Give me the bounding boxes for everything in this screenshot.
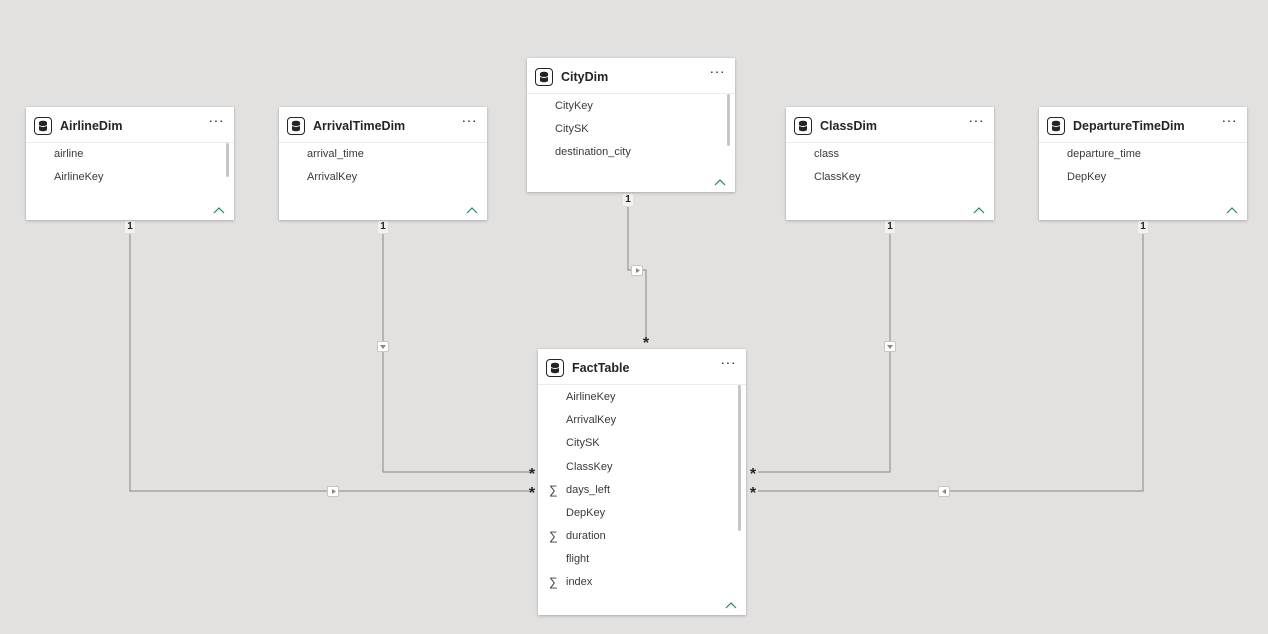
sigma-icon: ∑ — [549, 529, 558, 543]
more-options-icon[interactable]: ··· — [710, 63, 726, 79]
table-title: DepartureTimeDim — [1073, 119, 1185, 133]
table-card-classdim[interactable]: ClassDim ··· class ClassKey — [786, 107, 994, 220]
table-header[interactable]: DepartureTimeDim ··· — [1039, 107, 1247, 143]
table-icon — [287, 117, 305, 135]
field-citysk[interactable]: CitySK — [555, 123, 589, 135]
field-index[interactable]: index — [566, 576, 592, 588]
table-card-facttable[interactable]: FactTable ··· AirlineKey ArrivalKey City… — [538, 349, 746, 615]
cardinality-one-city: 1 — [622, 193, 634, 207]
table-title: ClassDim — [820, 119, 877, 133]
collapse-chevron-up-icon[interactable] — [724, 598, 738, 610]
scrollbar[interactable] — [738, 385, 741, 531]
table-card-arrivaltimedim[interactable]: ArrivalTimeDim ··· arrival_time ArrivalK… — [279, 107, 487, 220]
more-options-icon[interactable]: ··· — [1222, 112, 1238, 128]
cardinality-one-arrival: 1 — [377, 220, 389, 234]
field-arrival-time[interactable]: arrival_time — [307, 148, 364, 160]
cardinality-many-class: * — [749, 466, 757, 483]
relationship-departure-fact — [758, 232, 1144, 492]
collapse-chevron-up-icon[interactable] — [212, 203, 226, 215]
table-title: FactTable — [572, 361, 630, 375]
collapse-chevron-up-icon[interactable] — [465, 203, 479, 215]
field-citykey[interactable]: CityKey — [555, 100, 593, 112]
sigma-icon: ∑ — [549, 575, 558, 589]
field-depkey[interactable]: DepKey — [566, 507, 605, 519]
collapse-chevron-up-icon[interactable] — [713, 175, 727, 187]
filter-direction-down-icon[interactable] — [884, 341, 896, 352]
table-title: AirlineDim — [60, 119, 123, 133]
filter-direction-right-icon[interactable] — [631, 265, 643, 276]
relationship-airline-fact — [129, 232, 530, 492]
filter-direction-right-icon[interactable] — [327, 486, 339, 497]
field-arrivalkey[interactable]: ArrivalKey — [307, 171, 357, 183]
relationship-class-fact — [758, 232, 891, 473]
table-card-departuretimedim[interactable]: DepartureTimeDim ··· departure_time DepK… — [1039, 107, 1247, 220]
scrollbar[interactable] — [727, 94, 730, 146]
field-arrivalkey[interactable]: ArrivalKey — [566, 414, 616, 426]
sigma-icon: ∑ — [549, 483, 558, 497]
field-flight[interactable]: flight — [566, 553, 589, 565]
field-destination-city[interactable]: destination_city — [555, 146, 631, 158]
field-airlinekey[interactable]: AirlineKey — [54, 171, 104, 183]
table-icon — [546, 359, 564, 377]
field-classkey[interactable]: ClassKey — [814, 171, 860, 183]
field-citysk[interactable]: CitySK — [566, 437, 600, 449]
table-header[interactable]: ArrivalTimeDim ··· — [279, 107, 487, 143]
more-options-icon[interactable]: ··· — [721, 354, 737, 370]
filter-direction-down-icon[interactable] — [377, 341, 389, 352]
field-depkey[interactable]: DepKey — [1067, 171, 1106, 183]
cardinality-many-airline: * — [528, 485, 536, 502]
table-icon — [535, 68, 553, 86]
field-classkey[interactable]: ClassKey — [566, 461, 612, 473]
cardinality-one-departure: 1 — [1137, 220, 1149, 234]
table-header[interactable]: AirlineDim ··· — [26, 107, 234, 143]
cardinality-one-airline: 1 — [124, 220, 136, 234]
cardinality-many-arrival: * — [528, 466, 536, 483]
cardinality-many-city: * — [642, 335, 650, 352]
table-icon — [1047, 117, 1065, 135]
filter-direction-left-icon[interactable] — [938, 486, 950, 497]
field-class[interactable]: class — [814, 148, 839, 160]
table-header[interactable]: CityDim ··· — [527, 58, 735, 94]
table-header[interactable]: FactTable ··· — [538, 349, 746, 385]
table-icon — [794, 117, 812, 135]
more-options-icon[interactable]: ··· — [462, 112, 478, 128]
more-options-icon[interactable]: ··· — [209, 112, 225, 128]
field-airlinekey[interactable]: AirlineKey — [566, 391, 616, 403]
field-days-left[interactable]: days_left — [566, 484, 610, 496]
cardinality-many-departure: * — [749, 485, 757, 502]
field-duration[interactable]: duration — [566, 530, 606, 542]
table-title: ArrivalTimeDim — [313, 119, 406, 133]
table-card-citydim[interactable]: CityDim ··· CityKey CitySK destination_c… — [527, 58, 735, 192]
field-airline[interactable]: airline — [54, 148, 83, 160]
table-title: CityDim — [561, 70, 609, 84]
table-icon — [34, 117, 52, 135]
cardinality-one-class: 1 — [884, 220, 896, 234]
table-card-airlinedim[interactable]: AirlineDim ··· airline AirlineKey — [26, 107, 234, 220]
more-options-icon[interactable]: ··· — [969, 112, 985, 128]
table-header[interactable]: ClassDim ··· — [786, 107, 994, 143]
collapse-chevron-up-icon[interactable] — [1225, 203, 1239, 215]
collapse-chevron-up-icon[interactable] — [972, 203, 986, 215]
relationship-arrival-fact — [382, 232, 530, 473]
scrollbar[interactable] — [226, 143, 229, 177]
field-departure-time[interactable]: departure_time — [1067, 148, 1141, 160]
